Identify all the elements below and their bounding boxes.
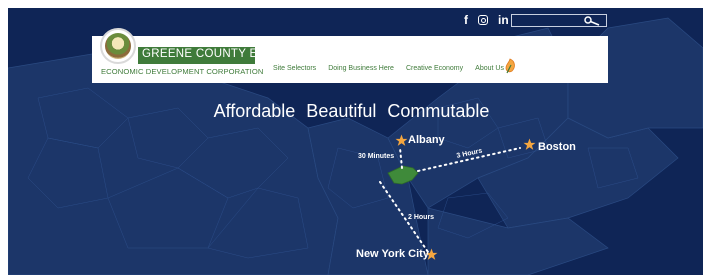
nav-doing-business-here[interactable]: Doing Business Here [328,65,394,72]
distance-label-nyc: 2 Hours [408,214,435,221]
nav-site-selectors[interactable]: Site Selectors [273,65,316,72]
seal-emblem [105,33,131,59]
search-input[interactable] [514,15,584,26]
albany-star-icon [395,134,408,146]
distance-label-albany: 30 Minutes [358,153,395,160]
main-nav: Site Selectors Doing Business Here Creat… [273,65,504,72]
page: f in GREENE COUNTY E.D.C. ECONOMIC DEVEL… [0,0,703,275]
social-links: f in [464,13,509,27]
county-seal-logo[interactable] [100,28,136,64]
facebook-icon[interactable]: f [464,13,468,27]
linkedin-icon[interactable]: in [498,13,509,27]
nav-about-us[interactable]: About Us [475,65,504,72]
hero-headline: Affordable Beautiful Commutable [213,101,490,121]
leaf-icon [505,58,515,74]
logo-subtitle: ECONOMIC DEVELOPMENT CORPORATION [101,67,264,76]
search-box [511,14,607,27]
nav-creative-economy[interactable]: Creative Economy [406,65,463,72]
instagram-icon[interactable] [478,15,488,25]
city-label-albany: Albany [408,134,445,146]
logo-title[interactable]: GREENE COUNTY E.D.C. [142,48,285,60]
search-icon[interactable] [584,16,600,26]
city-label-new-york-city: New York City [356,248,429,260]
city-label-boston: Boston [538,141,576,153]
site-header: GREENE COUNTY E.D.C. ECONOMIC DEVELOPMEN… [92,28,608,83]
boston-star-icon [523,138,536,150]
